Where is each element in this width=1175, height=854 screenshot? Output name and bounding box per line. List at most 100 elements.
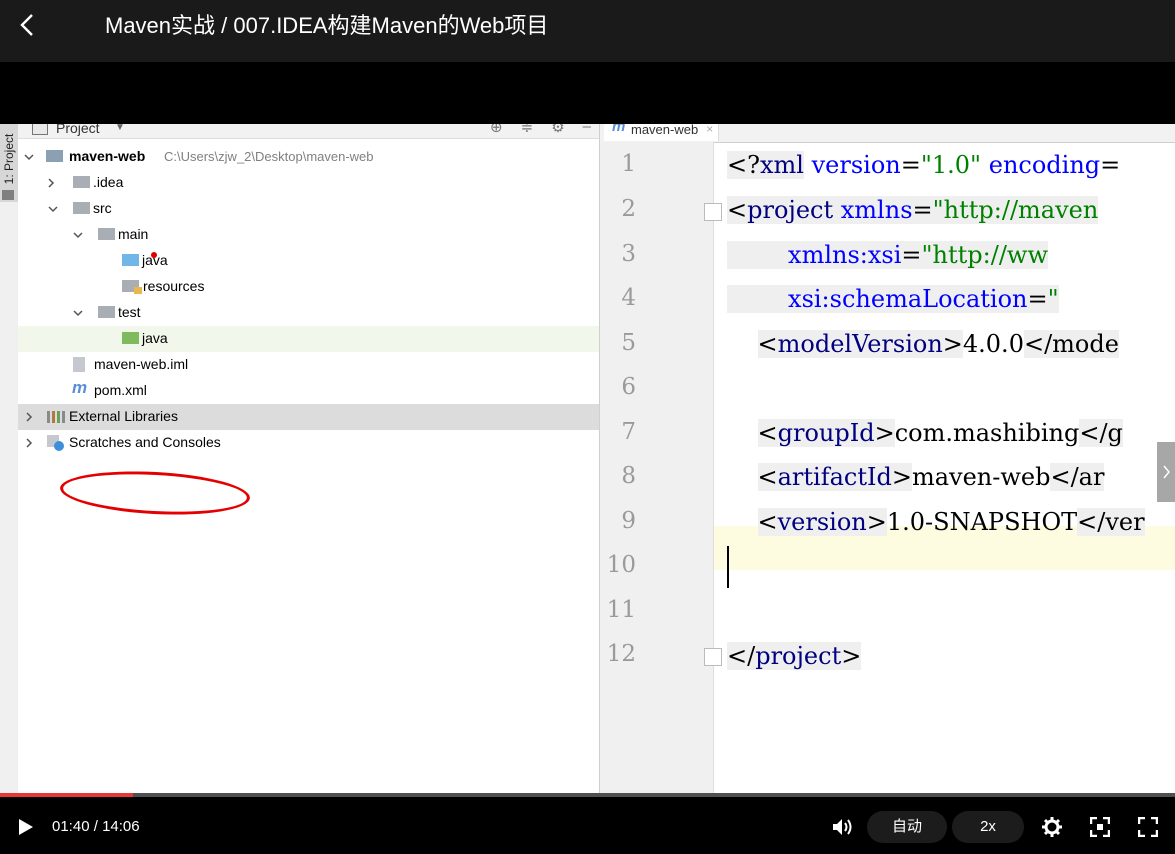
video-title: Maven实战 / 007.IDEA构建Maven的Web项目 xyxy=(105,13,549,38)
line-number-gutter: 1 2 3 4 5 6 7 8 9 10 11 12 xyxy=(600,142,714,793)
line-number: 3 xyxy=(621,241,636,267)
folder-icon xyxy=(73,202,90,214)
play-icon[interactable] xyxy=(18,818,34,836)
line-number: 11 xyxy=(606,597,636,623)
tree-item-maven-web[interactable]: maven-web C:\Users\zjw_2\Desktop\maven-w… xyxy=(18,144,599,170)
chevron-down-icon[interactable] xyxy=(73,308,83,318)
tree-item-label: Scratches and Consoles xyxy=(69,434,221,450)
code-line-4: xsi:schemaLocation=" xyxy=(727,285,1059,313)
maven-icon: m xyxy=(72,378,88,397)
tree-item-java-source[interactable]: java xyxy=(18,248,599,274)
tree-item-label: java xyxy=(142,330,168,346)
project-tool-tab-label: 1: Project xyxy=(2,133,16,185)
dropdown-arrow-icon[interactable]: ▼ xyxy=(115,124,125,133)
web-fullscreen-icon[interactable] xyxy=(1090,817,1110,837)
player-controls: 01:40 / 14:06 自动 2x xyxy=(0,793,1175,854)
fullscreen-icon[interactable] xyxy=(1138,817,1158,837)
progress-bar-fill xyxy=(0,793,134,797)
project-path: C:\Users\zjw_2\Desktop\maven-web xyxy=(164,149,374,164)
line-number: 10 xyxy=(606,552,636,578)
error-dot-icon xyxy=(151,252,157,258)
chevron-down-icon[interactable] xyxy=(48,204,58,214)
tree-item-label: main xyxy=(118,226,149,242)
line-number: 2 xyxy=(621,196,636,222)
time-display: 01:40 / 14:06 xyxy=(52,818,140,835)
letterbox-band xyxy=(0,62,1175,124)
tree-item-label: test xyxy=(118,304,141,320)
tree-item-label: .idea xyxy=(93,174,124,190)
project-panel-title[interactable]: Project xyxy=(56,124,100,136)
line-number: 7 xyxy=(621,419,636,445)
chevron-right-icon[interactable] xyxy=(46,178,56,188)
tree-item-resources[interactable]: resources xyxy=(18,274,599,300)
tree-item-java-test[interactable]: java xyxy=(18,326,599,352)
video-frame[interactable]: 1: Project Project ▼ ⊕ ≑ ⚙ – maven-web C… xyxy=(0,124,1175,793)
module-icon xyxy=(46,150,63,162)
code-line-8: <artifactId>maven-web</ar xyxy=(757,463,1105,491)
code-line-7: <groupId>com.mashibing</g xyxy=(757,419,1123,447)
library-icon xyxy=(47,411,65,423)
scratches-icon xyxy=(47,435,64,451)
gear-icon[interactable] xyxy=(1042,817,1062,837)
current-time: 01:40 xyxy=(52,818,90,835)
fold-marker-icon[interactable] xyxy=(704,203,722,221)
line-number: 9 xyxy=(621,508,636,534)
line-number: 6 xyxy=(621,374,636,400)
chevron-right-icon[interactable] xyxy=(24,438,34,448)
chevron-left-icon[interactable] xyxy=(16,13,40,37)
project-tool-tab[interactable]: 1: Project xyxy=(0,124,18,202)
code-line-2: <project xmlns="http://maven xyxy=(727,196,1099,224)
chevron-right-icon[interactable] xyxy=(24,412,34,422)
scroll-handle[interactable] xyxy=(1157,442,1175,502)
tree-item-src[interactable]: src xyxy=(18,196,599,222)
folder-icon xyxy=(73,176,90,188)
tree-item-label: resources xyxy=(143,278,205,294)
maven-icon: m xyxy=(612,124,626,135)
tree-item-external-libraries[interactable]: External Libraries xyxy=(18,404,599,430)
line-number: 5 xyxy=(621,330,636,356)
folder-icon xyxy=(98,306,115,318)
chevron-down-icon[interactable] xyxy=(73,230,83,240)
tree-item-label: src xyxy=(93,200,112,216)
progress-bar[interactable] xyxy=(0,793,1175,797)
tree-item-scratches[interactable]: Scratches and Consoles xyxy=(18,430,599,456)
text-caret xyxy=(727,546,729,588)
editor-tab-pom[interactable]: m maven-web × xyxy=(604,124,720,141)
volume-icon[interactable] xyxy=(832,817,854,837)
chevron-right-icon[interactable] xyxy=(1157,442,1175,502)
tree-item-label: maven-web.iml xyxy=(94,356,189,372)
quality-button[interactable]: 自动 xyxy=(867,811,947,843)
tree-item-test[interactable]: test xyxy=(18,300,599,326)
close-icon[interactable]: × xyxy=(706,124,713,135)
code-line-9: <version>1.0-SNAPSHOT</ver xyxy=(757,508,1145,536)
collapse-all-icon[interactable]: ≑ xyxy=(521,124,534,136)
tree-item-pom[interactable]: m pom.xml xyxy=(18,378,599,404)
total-time: 14:06 xyxy=(102,818,140,835)
tree-item-idea[interactable]: .idea xyxy=(18,170,599,196)
tree-item-label: maven-web xyxy=(69,148,146,164)
tree-item-iml[interactable]: maven-web.iml xyxy=(18,352,599,378)
line-number: 8 xyxy=(621,463,636,489)
tree-item-label: pom.xml xyxy=(94,382,147,398)
line-number: 12 xyxy=(606,641,636,667)
tree-item-label: External Libraries xyxy=(69,408,178,424)
minimize-icon[interactable]: – xyxy=(583,124,591,136)
chevron-down-icon[interactable] xyxy=(24,152,34,162)
gear-icon[interactable]: ⚙ xyxy=(551,124,564,136)
title-bar: Maven实战 / 007.IDEA构建Maven的Web项目 xyxy=(0,0,1175,62)
test-folder-icon xyxy=(122,332,139,344)
tree-item-main[interactable]: main xyxy=(18,222,599,248)
folder-icon xyxy=(98,228,115,240)
tool-window-strip: 1: Project xyxy=(0,124,19,793)
line-number: 4 xyxy=(621,285,636,311)
iml-file-icon xyxy=(73,357,85,372)
line-number: 1 xyxy=(621,151,636,177)
code-editor[interactable]: m maven-web × 1 2 3 4 5 6 7 8 9 10 11 12… xyxy=(600,124,1175,793)
code-line-3: xmlns:xsi="http://ww xyxy=(727,241,1048,269)
target-icon[interactable]: ⊕ xyxy=(490,124,503,136)
folder-icon xyxy=(2,190,14,200)
fold-marker-icon[interactable] xyxy=(704,648,722,666)
speed-button[interactable]: 2x xyxy=(952,811,1024,843)
code-line-5: <modelVersion>4.0.0</mode xyxy=(757,330,1119,358)
code-line-1: <?xml version="1.0" encoding= xyxy=(727,151,1121,179)
